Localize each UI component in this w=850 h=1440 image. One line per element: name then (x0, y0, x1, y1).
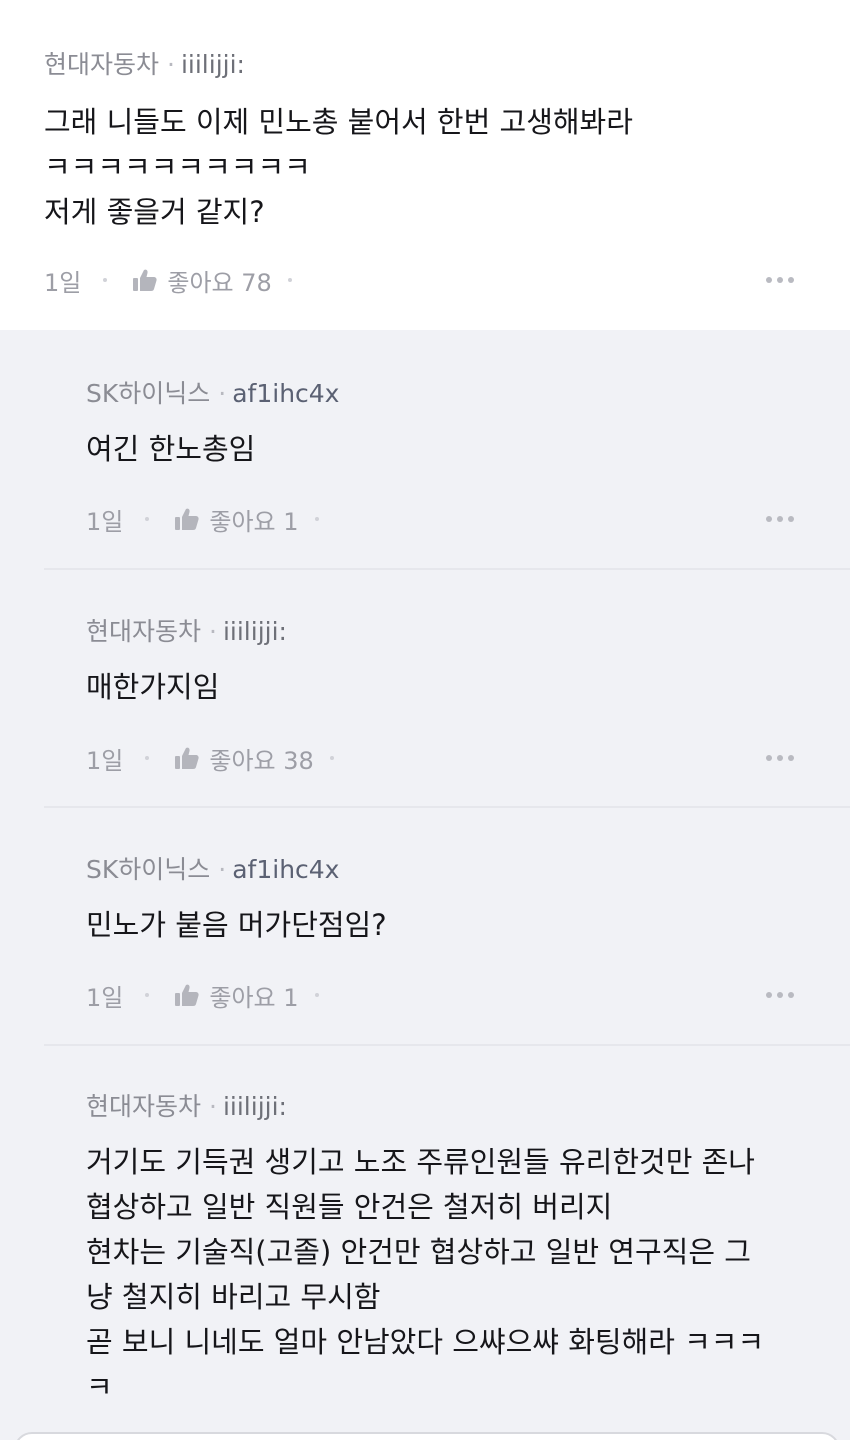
like-button[interactable]: 좋아요 78 (133, 263, 272, 298)
more-dots-icon (788, 992, 794, 998)
more-dots-icon (777, 516, 783, 522)
comment-actions: 1일 좋아요 38 (86, 740, 794, 776)
comment-thread: 현대자동차 · iiilijji: 그래 니들도 이제 민노총 붙어서 한번 고생해… (0, 0, 850, 1440)
thumbs-up-icon (175, 984, 199, 1006)
more-options-button[interactable] (766, 271, 794, 289)
thumbs-up-icon (133, 269, 157, 291)
comment-meta: SK하이닉스 · af1ihc4x (86, 377, 339, 411)
parent-comment: 현대자동차 · iiilijji: 그래 니들도 이제 민노총 붙어서 한번 고생해… (0, 0, 850, 330)
more-dots-icon (766, 992, 772, 998)
company-label[interactable]: 현대자동차 (86, 617, 201, 646)
comment-actions: 1일 좋아요 1 (86, 501, 794, 537)
reply-divider (44, 568, 850, 570)
like-button[interactable]: 좋아요 38 (175, 741, 314, 776)
comment-input-box[interactable] (14, 1432, 840, 1440)
reply-item: SK하이닉스 · af1ihc4x 민노가 붙음 머가단점임? 1일 좋아요 1 (86, 853, 806, 1053)
more-dots-icon (788, 516, 794, 522)
comment-meta: SK하이닉스 · af1ihc4x (86, 853, 339, 887)
like-count: 좋아요 38 (209, 746, 314, 775)
action-separator (145, 756, 150, 760)
nickname[interactable]: iiilijji: (223, 1092, 287, 1121)
comment-text: 여긴 한노총임 (86, 432, 256, 466)
more-dots-icon (788, 277, 794, 283)
meta-separator: · (218, 379, 227, 408)
more-dots-icon (766, 755, 772, 761)
more-options-button[interactable] (766, 986, 794, 1004)
action-separator (145, 993, 150, 997)
company-label[interactable]: 현대자동차 (86, 1092, 201, 1121)
timestamp: 1일 (86, 983, 124, 1012)
reply-item: 현대자동차 · iiilijji: 매한가지임 1일 좋아요 38 (86, 615, 806, 815)
action-separator (287, 278, 292, 282)
action-separator (314, 517, 319, 521)
comment-text: 그래 니들도 이제 민노총 붙어서 한번 고생해봐라 ㅋㅋㅋㅋㅋㅋㅋㅋㅋㅋ 저게… (44, 105, 633, 229)
more-options-button[interactable] (766, 749, 794, 767)
more-dots-icon (777, 277, 783, 283)
more-dots-icon (777, 755, 783, 761)
nickname[interactable]: iiilijji: (181, 50, 245, 79)
comment-meta: 현대자동차 · iiilijji: (86, 615, 287, 649)
like-button[interactable]: 좋아요 1 (175, 502, 299, 537)
comment-actions: 1일 좋아요 1 (86, 977, 794, 1013)
like-count: 좋아요 1 (209, 507, 299, 536)
like-count: 좋아요 1 (209, 983, 299, 1012)
more-options-button[interactable] (766, 510, 794, 528)
thumbs-up-icon (175, 747, 199, 769)
meta-separator: · (218, 855, 227, 884)
comment-text: 민노가 붙음 머가단점임? (86, 908, 387, 942)
comment-meta: 현대자동차 · iiilijji: (44, 48, 245, 82)
more-dots-icon (766, 277, 772, 283)
more-dots-icon (788, 755, 794, 761)
meta-separator: · (167, 50, 175, 79)
more-dots-icon (766, 516, 772, 522)
reply-item: SK하이닉스 · af1ihc4x 여긴 한노총임 1일 좋아요 1 (86, 377, 806, 577)
like-button[interactable]: 좋아요 1 (175, 978, 299, 1013)
timestamp: 1일 (44, 268, 82, 297)
nickname[interactable]: af1ihc4x (232, 855, 339, 884)
comment-text: 거기도 기득권 생기고 노조 주류인원들 유리한것만 존나 협상하고 일반 직원… (86, 1145, 765, 1404)
like-count: 좋아요 78 (167, 268, 272, 297)
comment-actions: 1일 좋아요 78 (44, 262, 794, 298)
comment-text: 매한가지임 (86, 670, 220, 704)
company-label[interactable]: 현대자동차 (44, 50, 159, 79)
timestamp: 1일 (86, 746, 124, 775)
company-label[interactable]: SK하이닉스 (86, 855, 210, 884)
reply-item: 현대자동차 · iiilijji: 거기도 기득권 생기고 노조 주류인원들 유리한… (86, 1090, 806, 1430)
company-label[interactable]: SK하이닉스 (86, 379, 210, 408)
thumbs-up-icon (175, 508, 199, 530)
action-separator (145, 517, 150, 521)
action-separator (103, 278, 108, 282)
meta-separator: · (209, 617, 217, 646)
nickname[interactable]: af1ihc4x (232, 379, 339, 408)
comment-meta: 현대자동차 · iiilijji: (86, 1090, 287, 1124)
more-dots-icon (777, 992, 783, 998)
action-separator (329, 756, 334, 760)
reply-divider (44, 806, 850, 808)
meta-separator: · (209, 1092, 217, 1121)
timestamp: 1일 (86, 507, 124, 536)
action-separator (314, 993, 319, 997)
nickname[interactable]: iiilijji: (223, 617, 287, 646)
reply-list: SK하이닉스 · af1ihc4x 여긴 한노총임 1일 좋아요 1 현대자동차… (0, 330, 850, 1440)
reply-divider (44, 1044, 850, 1046)
